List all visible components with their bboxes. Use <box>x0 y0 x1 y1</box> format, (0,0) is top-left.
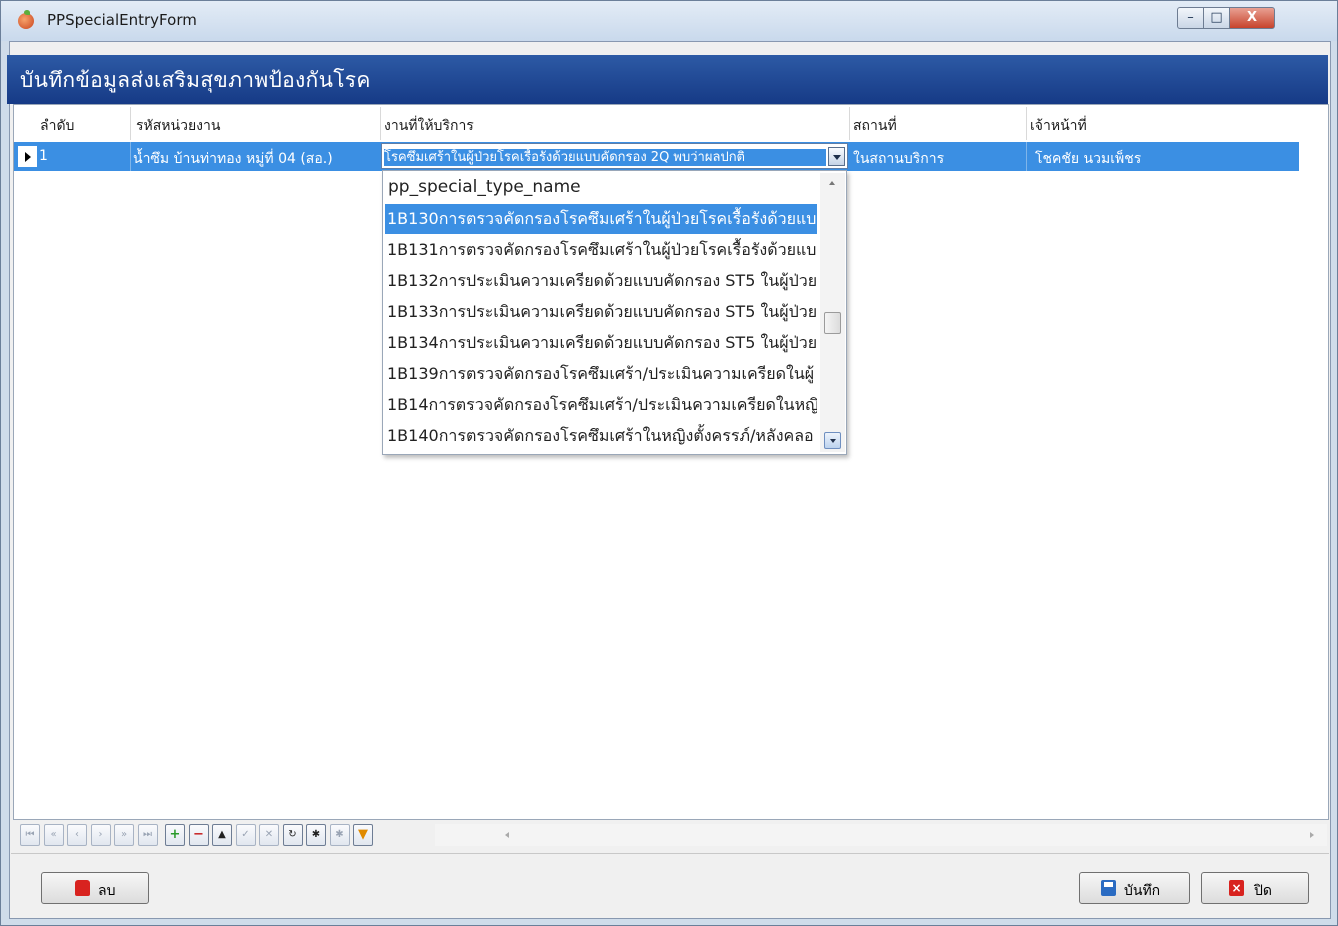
title-bar[interactable]: PPSpecialEntryForm – □ X <box>1 1 1337 41</box>
bookmark-icon[interactable]: ✱ <box>306 824 326 846</box>
app-icon <box>18 10 34 29</box>
column-header-unit[interactable]: รหัสหน่วยงาน <box>136 115 220 137</box>
service-dropdown-list[interactable]: pp_special_type_name 1B130การตรวจคัดกรอง… <box>382 170 847 455</box>
save-disk-icon <box>1101 880 1116 896</box>
post-edit-icon[interactable]: ✓ <box>235 824 256 846</box>
next-icon[interactable]: › <box>90 824 111 846</box>
add-record-icon[interactable]: + <box>165 824 185 846</box>
save-button[interactable]: บันทึก <box>1079 872 1190 904</box>
prev-page-icon[interactable]: « <box>43 824 64 846</box>
dropdown-item[interactable]: 1B131การตรวจคัดกรองโรคซึมเศร้าในผู้ป่วยโ… <box>385 235 817 265</box>
cell-unit[interactable]: น้ำซึม บ้านท่าทอง หมู่ที่ 04 (สอ.) <box>133 148 378 170</box>
first-icon[interactable]: ⏮ <box>20 824 40 846</box>
dropdown-item[interactable]: 1B14การตรวจคัดกรองโรคซึมเศร้า/ประเมินควา… <box>385 390 817 420</box>
save-button-label: บันทึก <box>1124 883 1161 899</box>
grid-header-row: ลำดับ รหัสหน่วยงาน งานที่ให้บริการ สถานท… <box>14 107 1328 140</box>
cell-place[interactable]: ในสถานบริการ <box>853 148 1023 170</box>
cell-seq[interactable]: 1 <box>39 148 127 164</box>
column-header-place[interactable]: สถานที่ <box>853 115 897 137</box>
column-header-service[interactable]: งานที่ให้บริการ <box>384 115 474 137</box>
scroll-up-icon[interactable] <box>824 175 841 192</box>
close-window-button[interactable]: X <box>1229 7 1275 29</box>
app-window: PPSpecialEntryForm – □ X บันทึกข้อมูลส่ง… <box>0 0 1338 926</box>
horizontal-scrollbar[interactable] <box>435 824 1327 846</box>
row-indicator-icon <box>18 146 37 167</box>
divider <box>11 853 1329 854</box>
refresh-icon[interactable]: ↻ <box>282 824 303 846</box>
window-title: PPSpecialEntryForm <box>47 11 197 29</box>
next-page-icon[interactable]: » <box>114 824 134 846</box>
cancel-edit-icon[interactable]: ✕ <box>259 824 279 846</box>
dropdown-item[interactable]: 1B130การตรวจคัดกรองโรคซึมเศร้าในผู้ป่วยโ… <box>385 204 817 234</box>
delete-button-label: ลบ <box>98 883 116 899</box>
scroll-thumb[interactable] <box>824 312 841 334</box>
delete-button[interactable]: ลบ <box>41 872 149 904</box>
minimize-button[interactable]: – <box>1177 7 1204 29</box>
scroll-down-icon[interactable] <box>824 432 841 449</box>
dropdown-item[interactable]: 1B139การตรวจคัดกรองโรคซึมเศร้า/ประเมินคว… <box>385 359 817 389</box>
edit-record-icon[interactable]: ▲ <box>212 824 232 846</box>
close-button-label: ปิด <box>1254 883 1272 899</box>
trash-icon <box>75 880 90 896</box>
close-button[interactable]: × ปิด <box>1201 872 1309 904</box>
dropdown-item[interactable]: 1B140การตรวจคัดกรองโรคซึมเศร้าในหญิงตั้ง… <box>385 421 817 451</box>
last-icon[interactable]: ⏭ <box>137 824 158 846</box>
delete-record-icon[interactable]: − <box>188 824 209 846</box>
cell-staff[interactable]: โชคชัย นวมเพ็ชร <box>1035 148 1295 170</box>
filter-icon[interactable]: ▼ <box>353 824 373 846</box>
dropdown-item[interactable]: 1B133การประเมินความเครียดด้วยแบบคัดกรอง … <box>385 297 817 327</box>
dropdown-item[interactable]: 1B132การประเมินความเครียดด้วยแบบคัดกรอง … <box>385 266 817 296</box>
column-header-staff[interactable]: เจ้าหน้าที่ <box>1030 115 1087 137</box>
combo-dropdown-button[interactable] <box>828 147 845 166</box>
dropdown-column-header: pp_special_type_name <box>388 177 581 197</box>
form-header: บันทึกข้อมูลส่งเสริมสุขภาพป้องกันโรค <box>7 55 1328 104</box>
table-row[interactable]: 1 น้ำซึม บ้านท่าทอง หมู่ที่ 04 (สอ.) โรค… <box>14 142 1299 171</box>
prev-icon[interactable]: ‹ <box>67 824 87 846</box>
dropdown-item[interactable]: 1B134การประเมินความเครียดด้วยแบบคัดกรอง … <box>385 328 817 358</box>
goto-bookmark-icon[interactable]: ✱ <box>329 824 350 846</box>
service-combo-value[interactable]: โรคซึมเศร้าในผู้ป่วยโรคเรื้อรังด้วยแบบคั… <box>384 149 826 166</box>
service-combo[interactable]: โรคซึมเศร้าในผู้ป่วยโรคเรื้อรังด้วยแบบคั… <box>381 143 848 169</box>
close-icon: × <box>1229 880 1244 896</box>
column-header-seq[interactable]: ลำดับ <box>40 115 74 137</box>
dropdown-scrollbar[interactable] <box>820 173 845 452</box>
form-title: บันทึกข้อมูลส่งเสริมสุขภาพป้องกันโรค <box>20 68 371 92</box>
maximize-button[interactable]: □ <box>1203 7 1230 29</box>
